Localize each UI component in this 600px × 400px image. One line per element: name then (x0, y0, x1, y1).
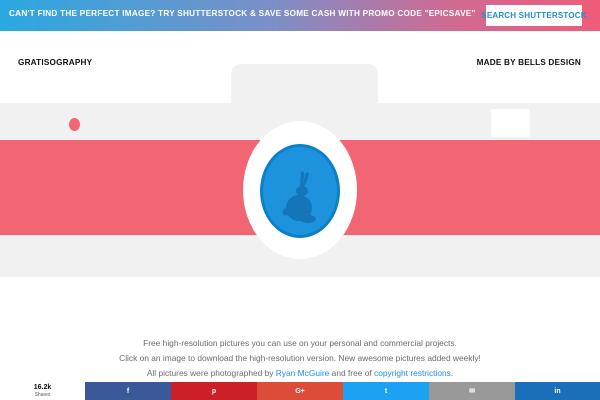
facebook-share-button[interactable]: f (85, 382, 171, 400)
description-line-1: Free high-resolution pictures you can us… (143, 338, 457, 348)
camera-flash (491, 109, 530, 137)
copyright-link[interactable]: copyright restrictions (374, 368, 451, 378)
rabbit-icon (282, 171, 316, 223)
linkedin-icon: in (554, 387, 561, 395)
description-line-3-prefix: All pictures were photographed by (146, 368, 276, 378)
search-shutterstock-button[interactable]: SEARCH SHUTTERSTOCK (481, 5, 587, 26)
email-icon: ✉ (469, 388, 475, 395)
description-line-3-suffix: . (450, 368, 454, 378)
made-by-link[interactable]: MADE BY BELLS DESIGN (477, 58, 581, 67)
site-logo[interactable]: GRATISOGRAPHY (18, 58, 92, 67)
email-share-button[interactable]: ✉ (429, 382, 515, 400)
description-line-3: All pictures were photographed by Ryan M… (0, 366, 600, 381)
photographer-link[interactable]: Ryan McGuire (276, 368, 330, 378)
site-description: Free high-resolution pictures you can us… (0, 336, 600, 381)
google-plus-share-button[interactable]: G+ (257, 382, 343, 400)
twitter-icon: t (384, 387, 388, 395)
pinterest-icon: p (211, 387, 217, 395)
share-count-label: Shares (34, 392, 51, 398)
facebook-icon: f (126, 387, 130, 395)
pinterest-share-button[interactable]: p (171, 382, 257, 400)
promo-banner: CAN'T FIND THE PERFECT IMAGE? TRY SHUTTE… (0, 0, 600, 31)
share-count: 16.2k Shares (0, 382, 85, 400)
description-line-2: Click on an image to download the high-r… (119, 353, 481, 363)
twitter-share-button[interactable]: t (343, 382, 429, 400)
linkedin-share-button[interactable]: in (515, 382, 600, 400)
promo-text: CAN'T FIND THE PERFECT IMAGE? TRY SHUTTE… (9, 9, 476, 18)
share-count-number: 16.2k (33, 384, 52, 391)
page: CAN'T FIND THE PERFECT IMAGE? TRY SHUTTE… (0, 0, 600, 400)
google-plus-icon: G+ (295, 387, 305, 395)
camera-record-dot (69, 118, 80, 131)
description-line-3-middle: and free of (329, 368, 375, 378)
